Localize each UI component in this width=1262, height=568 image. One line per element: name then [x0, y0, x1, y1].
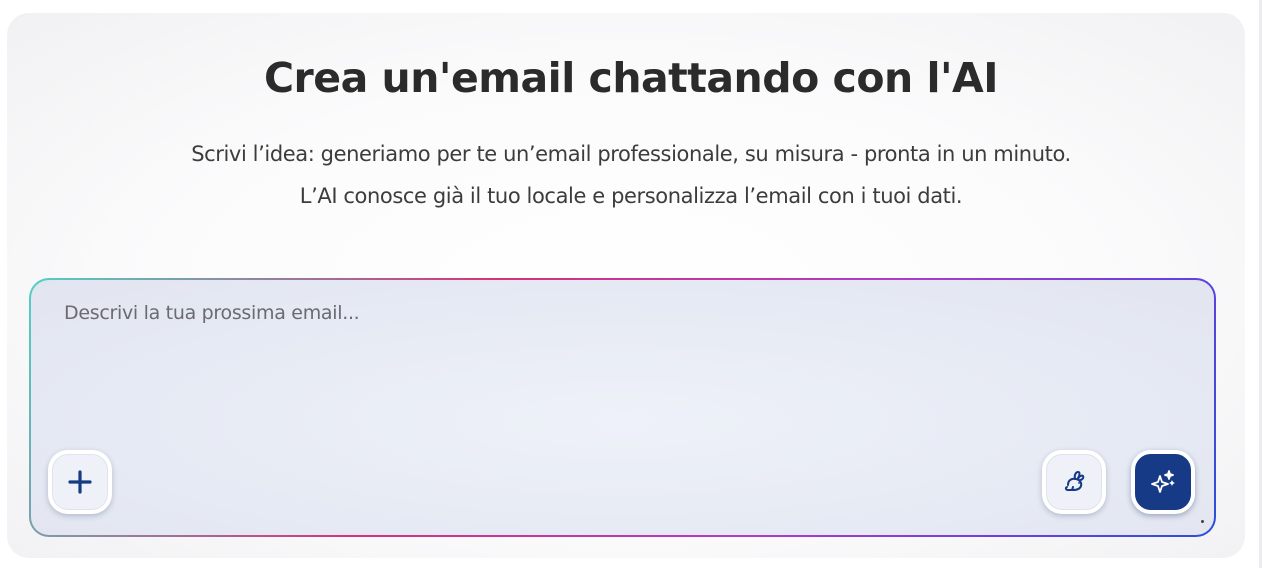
resize-handle[interactable]: [1201, 520, 1204, 523]
plus-icon: [68, 470, 92, 494]
page: Crea un'email chattando con l'AI Scrivi …: [0, 0, 1262, 568]
composer-gradient-border: [29, 278, 1216, 537]
fast-mode-button[interactable]: [1042, 450, 1106, 514]
email-prompt-input[interactable]: [64, 302, 1164, 452]
rabbit-icon: [1064, 471, 1085, 491]
composer-box: [31, 280, 1214, 535]
subtitle-line-2: L’AI conosce già il tuo locale e persona…: [299, 184, 963, 208]
add-attachment-button[interactable]: [48, 450, 112, 514]
generate-email-button[interactable]: [1131, 450, 1195, 514]
sparkles-icon: [1151, 470, 1175, 493]
page-title: Crea un'email chattando con l'AI: [263, 54, 999, 102]
subtitle-line-1: Scrivi l’idea: generiamo per te un’email…: [191, 142, 1071, 166]
